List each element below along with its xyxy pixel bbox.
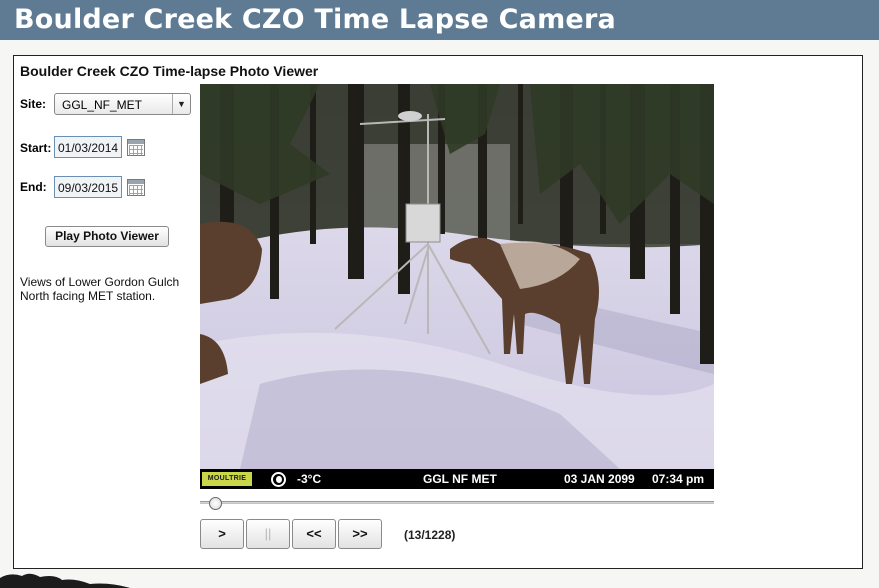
moon-phase-icon xyxy=(271,472,286,487)
viewer-title: Boulder Creek CZO Time-lapse Photo Viewe… xyxy=(20,63,319,79)
time-lapse-photo: MOULTRIE -3°C GGL NF MET 03 JAN 2099 07:… xyxy=(200,84,714,489)
rewind-button[interactable]: << xyxy=(292,519,336,549)
frame-slider[interactable] xyxy=(200,497,714,510)
site-label: Site: xyxy=(20,97,47,111)
site-select[interactable]: GGL_NF_MET ▼ xyxy=(54,93,191,115)
slider-track[interactable] xyxy=(200,501,714,504)
photo-timestamp-bar: MOULTRIE -3°C GGL NF MET 03 JAN 2099 07:… xyxy=(200,469,714,489)
end-label: End: xyxy=(20,180,47,194)
station-description: Views of Lower Gordon Gulch North facing… xyxy=(20,275,180,303)
photo-date: 03 JAN 2099 xyxy=(564,472,635,486)
calendar-icon[interactable] xyxy=(127,179,145,196)
frame-counter: (13/1228) xyxy=(404,528,456,542)
fast-forward-button[interactable]: >> xyxy=(338,519,382,549)
photo-temperature: -3°C xyxy=(297,472,322,486)
photo-station: GGL NF MET xyxy=(423,472,497,486)
play-photo-viewer-button[interactable]: Play Photo Viewer xyxy=(45,226,169,247)
start-date-input[interactable]: 01/03/2014 xyxy=(54,136,122,158)
pause-button[interactable]: || xyxy=(246,519,290,549)
photo-time: 07:34 pm xyxy=(652,472,705,486)
next-frame-button[interactable]: > xyxy=(200,519,244,549)
snow-forest-elk-scene xyxy=(200,84,714,469)
calendar-icon[interactable] xyxy=(127,139,145,156)
decorative-ink-blot xyxy=(0,573,130,588)
page-title: Boulder Creek CZO Time Lapse Camera xyxy=(14,4,616,35)
photo-viewer-panel: Boulder Creek CZO Time-lapse Photo Viewe… xyxy=(13,55,863,569)
start-label: Start: xyxy=(20,141,52,155)
chevron-down-icon[interactable]: ▼ xyxy=(172,94,190,114)
end-date-input[interactable]: 09/03/2015 xyxy=(54,176,122,198)
page-header: Boulder Creek CZO Time Lapse Camera xyxy=(0,0,879,40)
moultrie-logo: MOULTRIE xyxy=(202,472,252,486)
slider-handle[interactable] xyxy=(208,497,222,510)
site-select-value: GGL_NF_MET xyxy=(62,98,143,112)
